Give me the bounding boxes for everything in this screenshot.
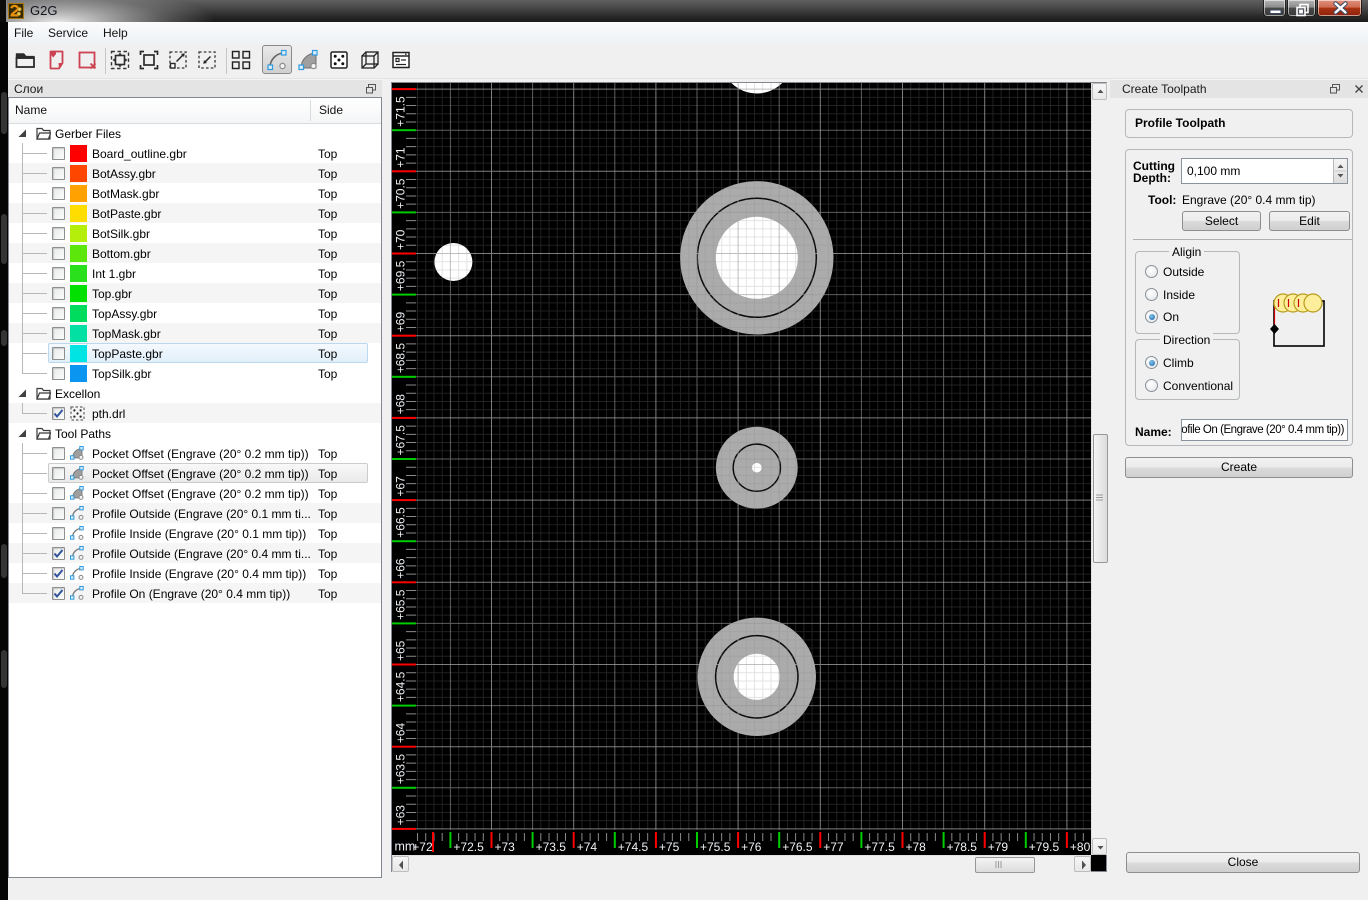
svg-text:+78.5: +78.5 <box>947 840 978 853</box>
svg-text:+67: +67 <box>394 476 408 497</box>
svg-text:+70.5: +70.5 <box>394 178 408 209</box>
svg-text:+64.5: +64.5 <box>394 671 408 702</box>
svg-text:+73: +73 <box>495 840 516 853</box>
svg-text:+76: +76 <box>741 840 762 853</box>
svg-text:mm: mm <box>395 840 416 854</box>
svg-text:+74: +74 <box>577 840 598 853</box>
svg-text:+67.5: +67.5 <box>394 425 408 456</box>
svg-text:+69.5: +69.5 <box>394 260 408 291</box>
svg-text:+75.5: +75.5 <box>700 840 731 853</box>
svg-text:+79.5: +79.5 <box>1029 840 1060 853</box>
svg-text:+75: +75 <box>659 840 680 853</box>
svg-text:+72.5: +72.5 <box>453 840 484 853</box>
svg-text:+66: +66 <box>394 558 408 579</box>
svg-text:+66.5: +66.5 <box>394 507 408 538</box>
svg-text:+73.5: +73.5 <box>536 840 567 853</box>
svg-text:+63.5: +63.5 <box>394 754 408 785</box>
svg-text:+69: +69 <box>394 312 408 333</box>
svg-text:+63: +63 <box>394 805 408 826</box>
svg-text:+70: +70 <box>394 229 408 250</box>
svg-text:+76.5: +76.5 <box>782 840 813 853</box>
svg-text:+79: +79 <box>988 840 1009 853</box>
svg-text:+74.5: +74.5 <box>618 840 649 853</box>
svg-text:+68.5: +68.5 <box>394 343 408 374</box>
svg-text:+77.5: +77.5 <box>864 840 895 853</box>
svg-text:+77: +77 <box>823 840 844 853</box>
svg-text:+71: +71 <box>394 147 408 168</box>
svg-text:+65: +65 <box>394 640 408 661</box>
svg-text:+72: +72 <box>412 840 433 853</box>
svg-text:+71.5: +71.5 <box>394 96 408 127</box>
svg-text:+68: +68 <box>394 394 408 415</box>
svg-text:+80: +80 <box>1070 840 1091 853</box>
svg-text:+65.5: +65.5 <box>394 589 408 620</box>
svg-text:+78: +78 <box>906 840 927 853</box>
svg-text:+64: +64 <box>394 723 408 744</box>
